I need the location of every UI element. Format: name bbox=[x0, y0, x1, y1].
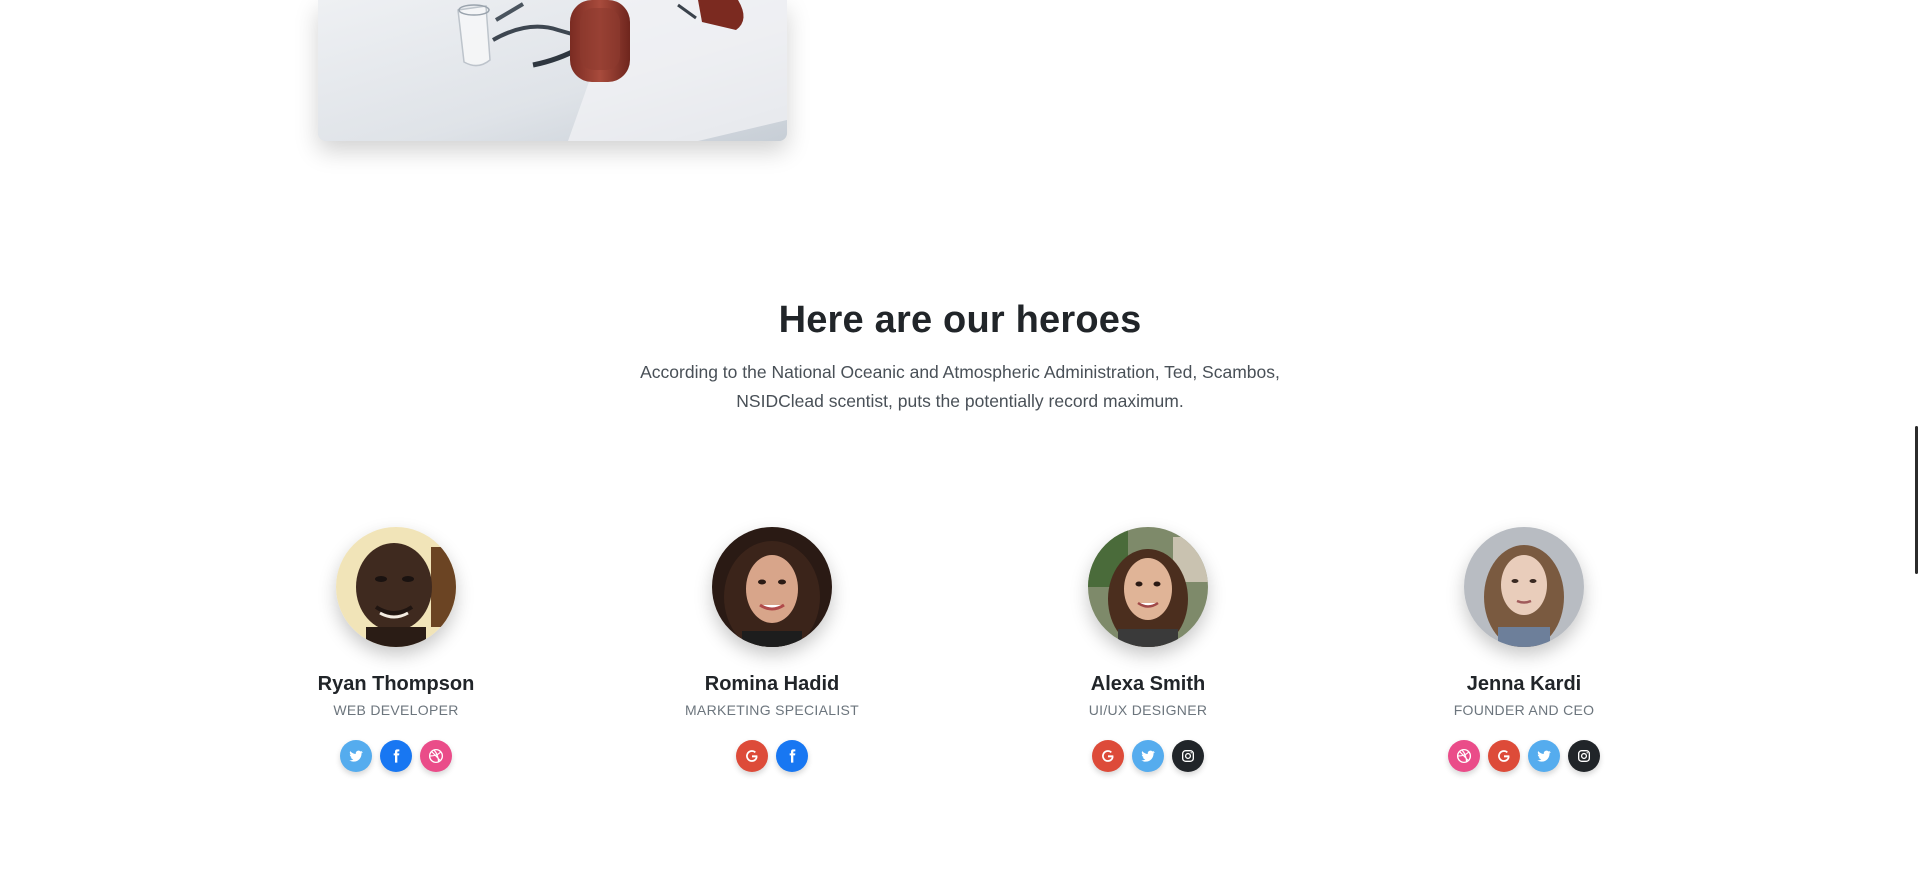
member-role: Web Developer bbox=[333, 702, 459, 718]
member-role: Founder and CEO bbox=[1453, 702, 1595, 718]
facebook-icon bbox=[789, 749, 796, 763]
avatar bbox=[1464, 527, 1584, 647]
google-icon bbox=[1498, 750, 1510, 762]
dribbble-button[interactable] bbox=[420, 740, 452, 772]
facebook-button[interactable] bbox=[776, 740, 808, 772]
social-links bbox=[1018, 740, 1278, 772]
instagram-icon bbox=[1578, 750, 1590, 762]
page: Here are our heroes According to the Nat… bbox=[0, 0, 1920, 876]
instagram-button[interactable] bbox=[1172, 740, 1204, 772]
team-member-card: Romina Hadid Marketing Specialist bbox=[642, 527, 902, 772]
google-button[interactable] bbox=[1488, 740, 1520, 772]
facebook-button[interactable] bbox=[380, 740, 412, 772]
dribbble-icon bbox=[1456, 748, 1472, 764]
section-subtitle: According to the National Oceanic and At… bbox=[640, 362, 1280, 411]
avatar bbox=[336, 527, 456, 647]
team-member-card: Jenna Kardi Founder and CEO bbox=[1394, 527, 1654, 772]
social-links bbox=[642, 740, 902, 772]
instagram-icon bbox=[1182, 750, 1194, 762]
google-button[interactable] bbox=[736, 740, 768, 772]
avatar bbox=[1088, 527, 1208, 647]
member-name: Jenna Kardi bbox=[1466, 673, 1582, 695]
member-name: Ryan Thompson bbox=[317, 673, 475, 695]
social-links bbox=[266, 740, 526, 772]
twitter-icon bbox=[349, 750, 363, 762]
social-links bbox=[1394, 740, 1654, 772]
google-icon bbox=[1102, 750, 1114, 762]
member-role: Marketing Specialist bbox=[684, 702, 860, 718]
team-member-card: Ryan Thompson Web Developer bbox=[266, 527, 526, 772]
twitter-button[interactable] bbox=[1132, 740, 1164, 772]
lab-photo bbox=[318, 0, 787, 141]
member-name: Alexa Smith bbox=[1090, 673, 1206, 695]
dribbble-button[interactable] bbox=[1448, 740, 1480, 772]
instagram-button[interactable] bbox=[1568, 740, 1600, 772]
twitter-button[interactable] bbox=[340, 740, 372, 772]
scrollbar-thumb[interactable] bbox=[1915, 426, 1918, 574]
section-title: Here are our heroes bbox=[778, 299, 1142, 341]
member-role: UI/UX Designer bbox=[1088, 702, 1208, 718]
member-name: Romina Hadid bbox=[704, 673, 840, 695]
google-icon bbox=[746, 750, 758, 762]
twitter-icon bbox=[1141, 750, 1155, 762]
twitter-button[interactable] bbox=[1528, 740, 1560, 772]
team-member-card: Alexa Smith UI/UX Designer bbox=[1018, 527, 1278, 772]
avatar bbox=[712, 527, 832, 647]
twitter-icon bbox=[1537, 750, 1551, 762]
facebook-icon bbox=[393, 749, 400, 763]
dribbble-icon bbox=[428, 748, 444, 764]
google-button[interactable] bbox=[1092, 740, 1124, 772]
